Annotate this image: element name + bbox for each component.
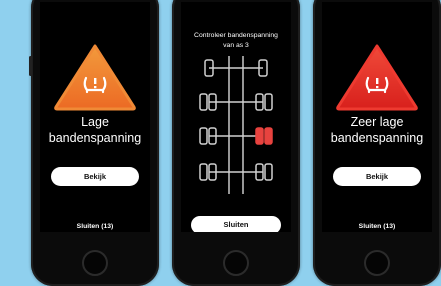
warning-title-line2: bandenspanning	[330, 131, 424, 145]
screen-very-low-pressure: Zeer lage bandenspanning Bekijk Sluiten …	[322, 2, 432, 232]
home-button[interactable]	[223, 250, 249, 276]
view-button[interactable]: Bekijk	[333, 167, 421, 186]
view-button[interactable]: Bekijk	[51, 167, 139, 186]
axle-2	[199, 93, 273, 111]
warning-title-line1: Zeer lage	[350, 115, 404, 129]
screen-low-pressure: Lage bandenspanning Bekijk Sluiten (13)	[40, 2, 150, 232]
check-title-line1: Controleer bandenspanning	[194, 32, 278, 39]
tire-pressure-warning-icon	[336, 44, 418, 111]
axle-1	[204, 59, 268, 77]
axle-4	[199, 163, 273, 181]
tire-pressure-warning-icon	[54, 44, 136, 111]
close-counter-link[interactable]: Sluiten (13)	[322, 223, 432, 230]
warning-title-line2: bandenspanning	[48, 131, 142, 145]
phone-very-low-pressure: Zeer lage bandenspanning Bekijk Sluiten …	[313, 0, 441, 286]
phone-axle-check: Controleer bandenspanning van as 3 Sluit…	[172, 0, 300, 286]
home-button[interactable]	[82, 250, 108, 276]
axle-diagram	[199, 56, 273, 194]
screen-axle-check: Controleer bandenspanning van as 3 Sluit…	[181, 2, 291, 232]
check-title: Controleer bandenspanning van as 3	[181, 31, 291, 51]
warning-title: Zeer lage bandenspanning	[322, 114, 432, 146]
close-counter-link[interactable]: Sluiten (13)	[40, 223, 150, 230]
axle-3	[199, 127, 273, 145]
check-title-line2: van as 3	[223, 42, 249, 49]
warning-title-line1: Lage	[81, 115, 109, 129]
volume-button	[29, 56, 32, 76]
warning-title: Lage bandenspanning	[40, 114, 150, 146]
phone-low-pressure: Lage bandenspanning Bekijk Sluiten (13)	[29, 0, 159, 286]
home-button[interactable]	[364, 250, 390, 276]
close-button[interactable]: Sluiten	[191, 216, 281, 232]
